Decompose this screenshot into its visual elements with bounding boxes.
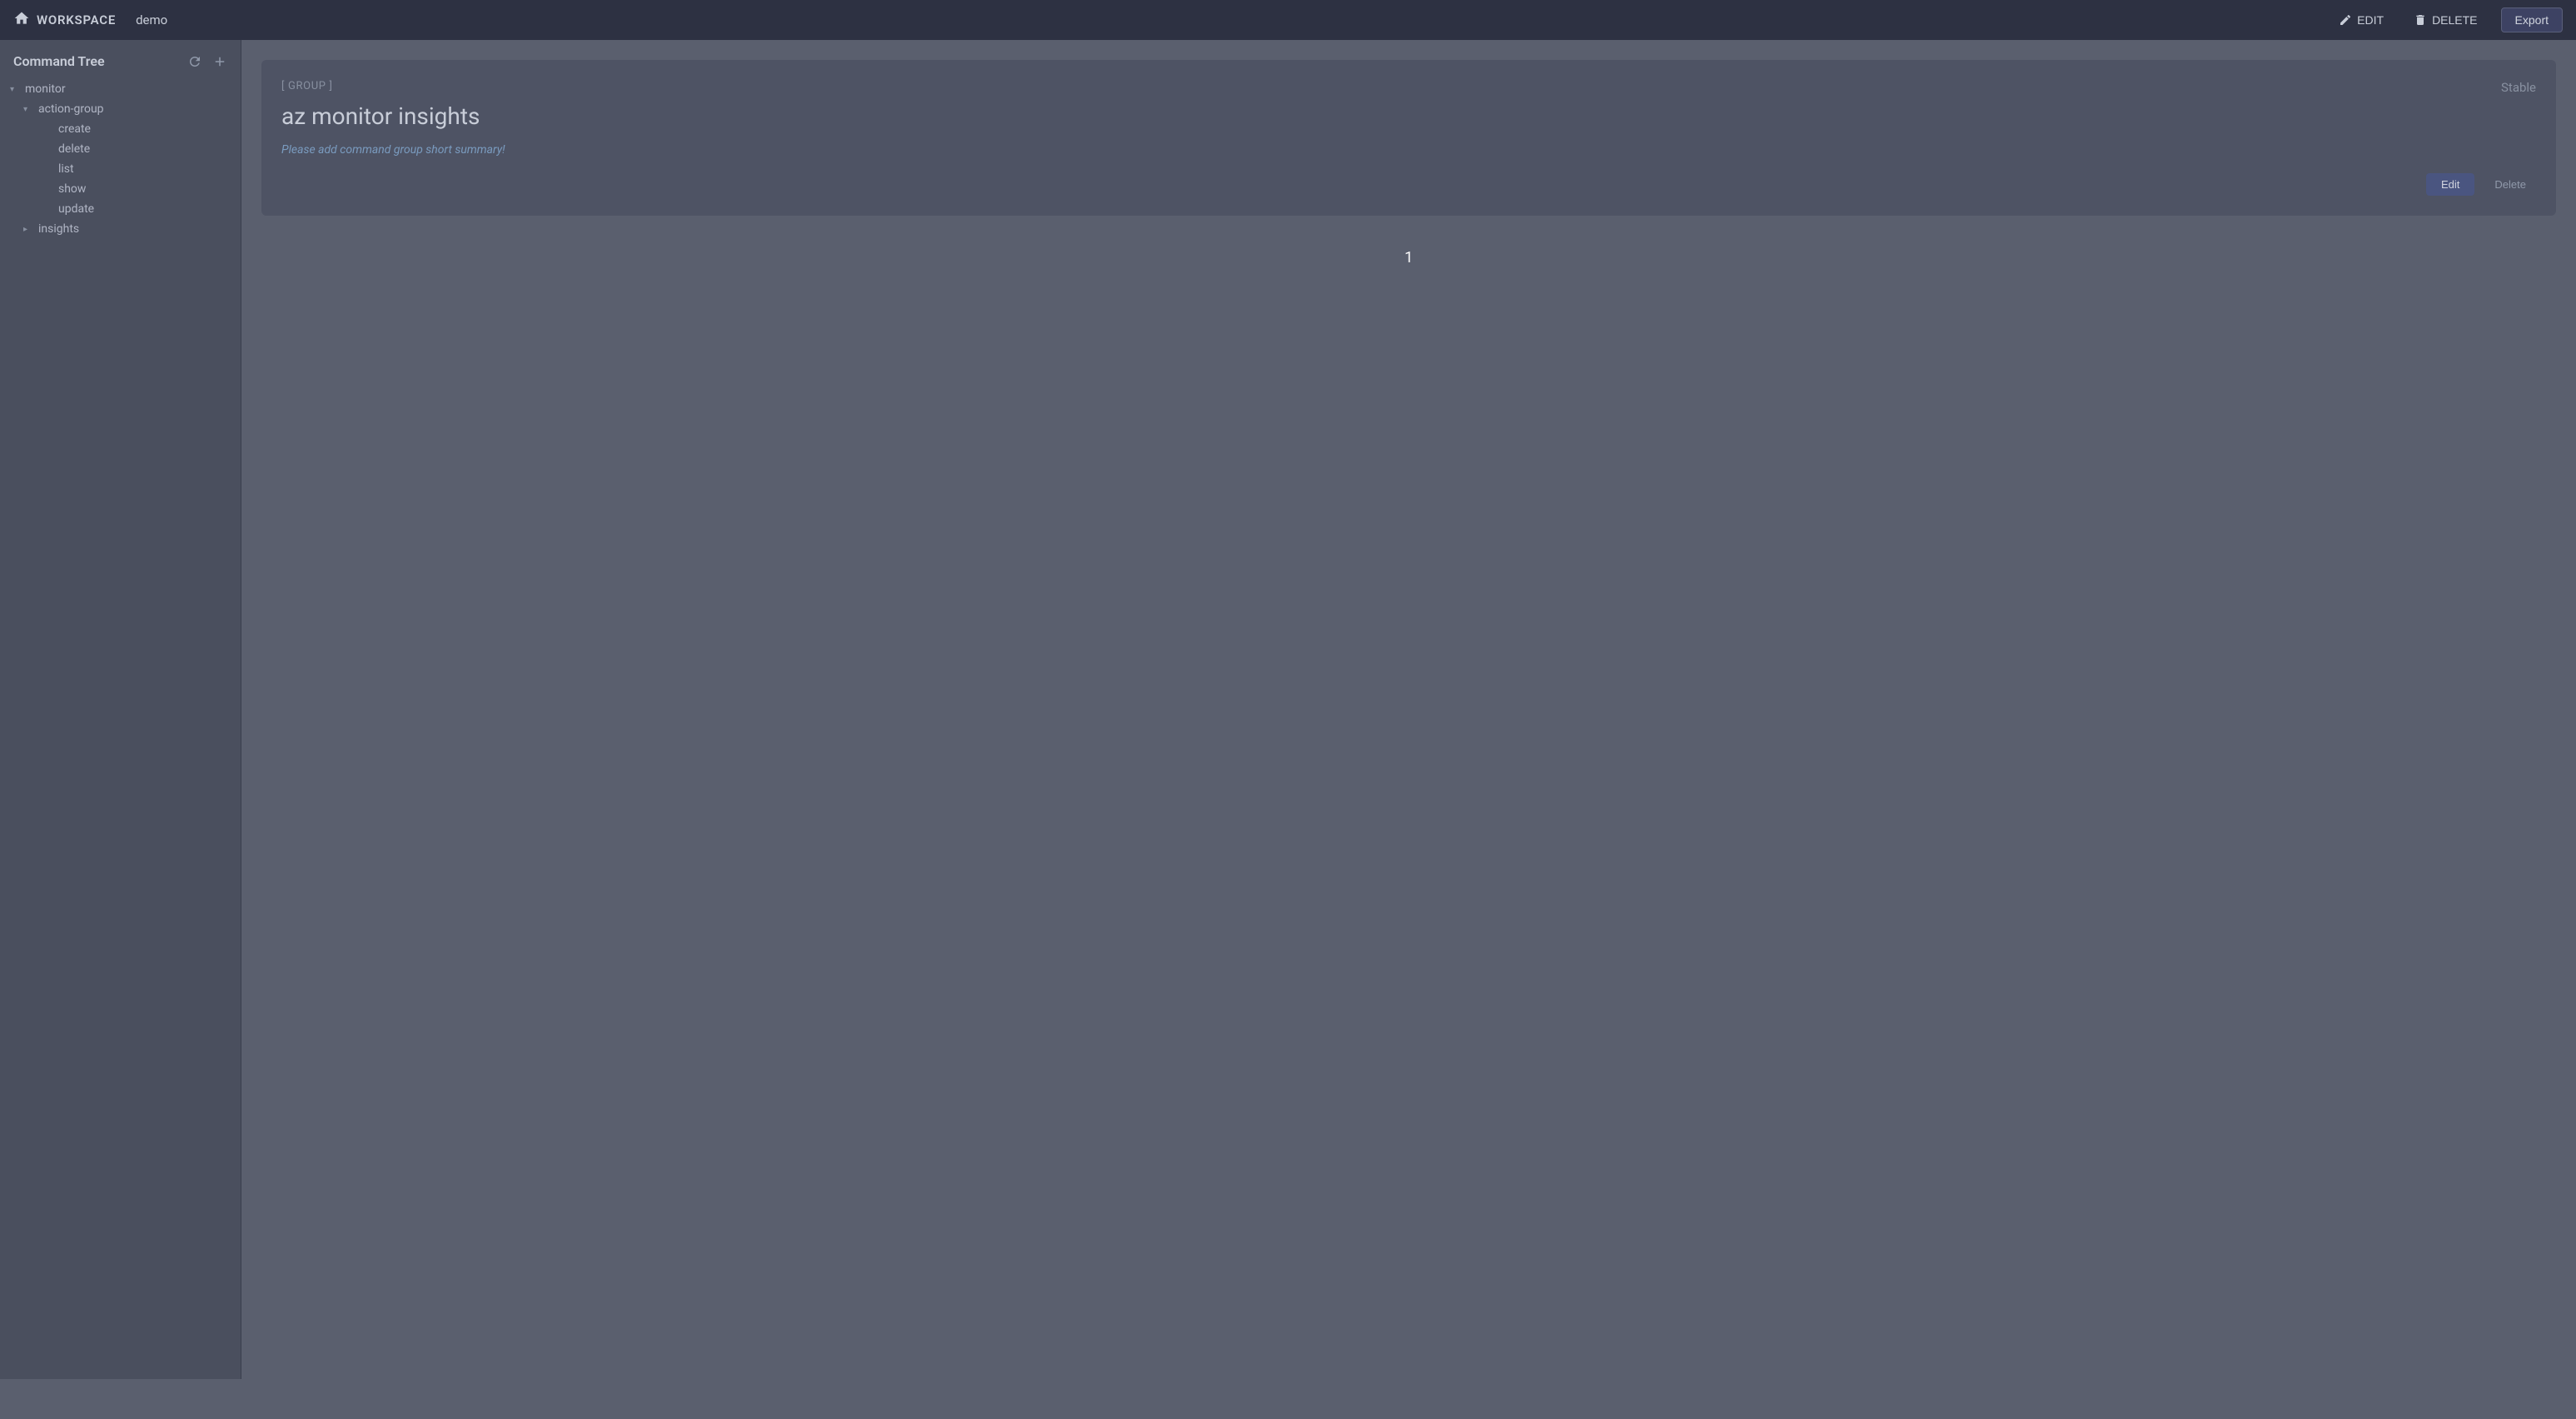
home-icon[interactable] [13, 10, 30, 30]
tree-item-action-group[interactable]: ▾ action-group [0, 99, 241, 119]
tree-item-label: list [58, 162, 74, 176]
sidebar-header: Command Tree [0, 53, 241, 79]
navbar: WORKSPACE demo EDIT DELETE Export [0, 0, 2576, 40]
tree-item-label: action-group [38, 102, 104, 116]
stable-badge: Stable [2501, 80, 2536, 95]
main-content: [ GROUP ] Stable az monitor insights Ple… [241, 40, 2576, 1379]
sidebar: Command Tree ▾ monitor ▾ action-group create… [0, 40, 241, 1379]
chevron-icon: ▸ [23, 225, 33, 234]
tree-item-insights[interactable]: ▸ insights [0, 219, 241, 239]
delete-nav-button[interactable]: DELETE [2407, 10, 2484, 30]
content-card: [ GROUP ] Stable az monitor insights Ple… [261, 60, 2556, 216]
workspace-label: WORKSPACE [37, 12, 116, 27]
navbar-actions: EDIT DELETE Export [2332, 7, 2563, 32]
demo-label: demo [136, 12, 167, 27]
tree-item-update[interactable]: update [0, 199, 241, 219]
tree-item-label: delete [58, 142, 90, 156]
chevron-icon: ▾ [23, 105, 33, 114]
add-button[interactable] [212, 54, 227, 69]
tree-item-label: create [58, 122, 91, 136]
tree-container: ▾ monitor ▾ action-group create delete list sho… [0, 79, 241, 239]
tree-item-monitor[interactable]: ▾ monitor [0, 79, 241, 99]
placeholder-text: Please add command group short summary! [281, 143, 2536, 157]
sidebar-title: Command Tree [13, 53, 105, 69]
tree-item-label: monitor [25, 82, 66, 96]
tree-item-list[interactable]: list [0, 159, 241, 179]
export-button[interactable]: Export [2501, 7, 2563, 32]
tree-item-create[interactable]: create [0, 119, 241, 139]
edit-label: EDIT [2357, 13, 2384, 27]
content-title: az monitor insights [281, 102, 2536, 130]
refresh-button[interactable] [187, 54, 202, 69]
sidebar-header-actions [187, 54, 227, 69]
tree-item-delete[interactable]: delete [0, 139, 241, 159]
tree-item-label: update [58, 202, 94, 216]
tree-item-show[interactable]: show [0, 179, 241, 199]
tree-item-label: insights [38, 222, 79, 236]
content-actions: Edit Delete [281, 173, 2536, 196]
page-number: 1 [261, 249, 2556, 266]
tree-item-label: show [58, 182, 86, 196]
main-layout: Command Tree ▾ monitor ▾ action-group create… [0, 40, 2576, 1379]
brand: WORKSPACE [13, 10, 116, 30]
group-badge: [ GROUP ] [281, 80, 2536, 92]
chevron-icon: ▾ [10, 85, 20, 94]
content-delete-button[interactable]: Delete [2484, 173, 2536, 196]
edit-button[interactable]: EDIT [2332, 10, 2390, 30]
content-edit-button[interactable]: Edit [2426, 173, 2474, 196]
delete-label: DELETE [2432, 13, 2477, 27]
